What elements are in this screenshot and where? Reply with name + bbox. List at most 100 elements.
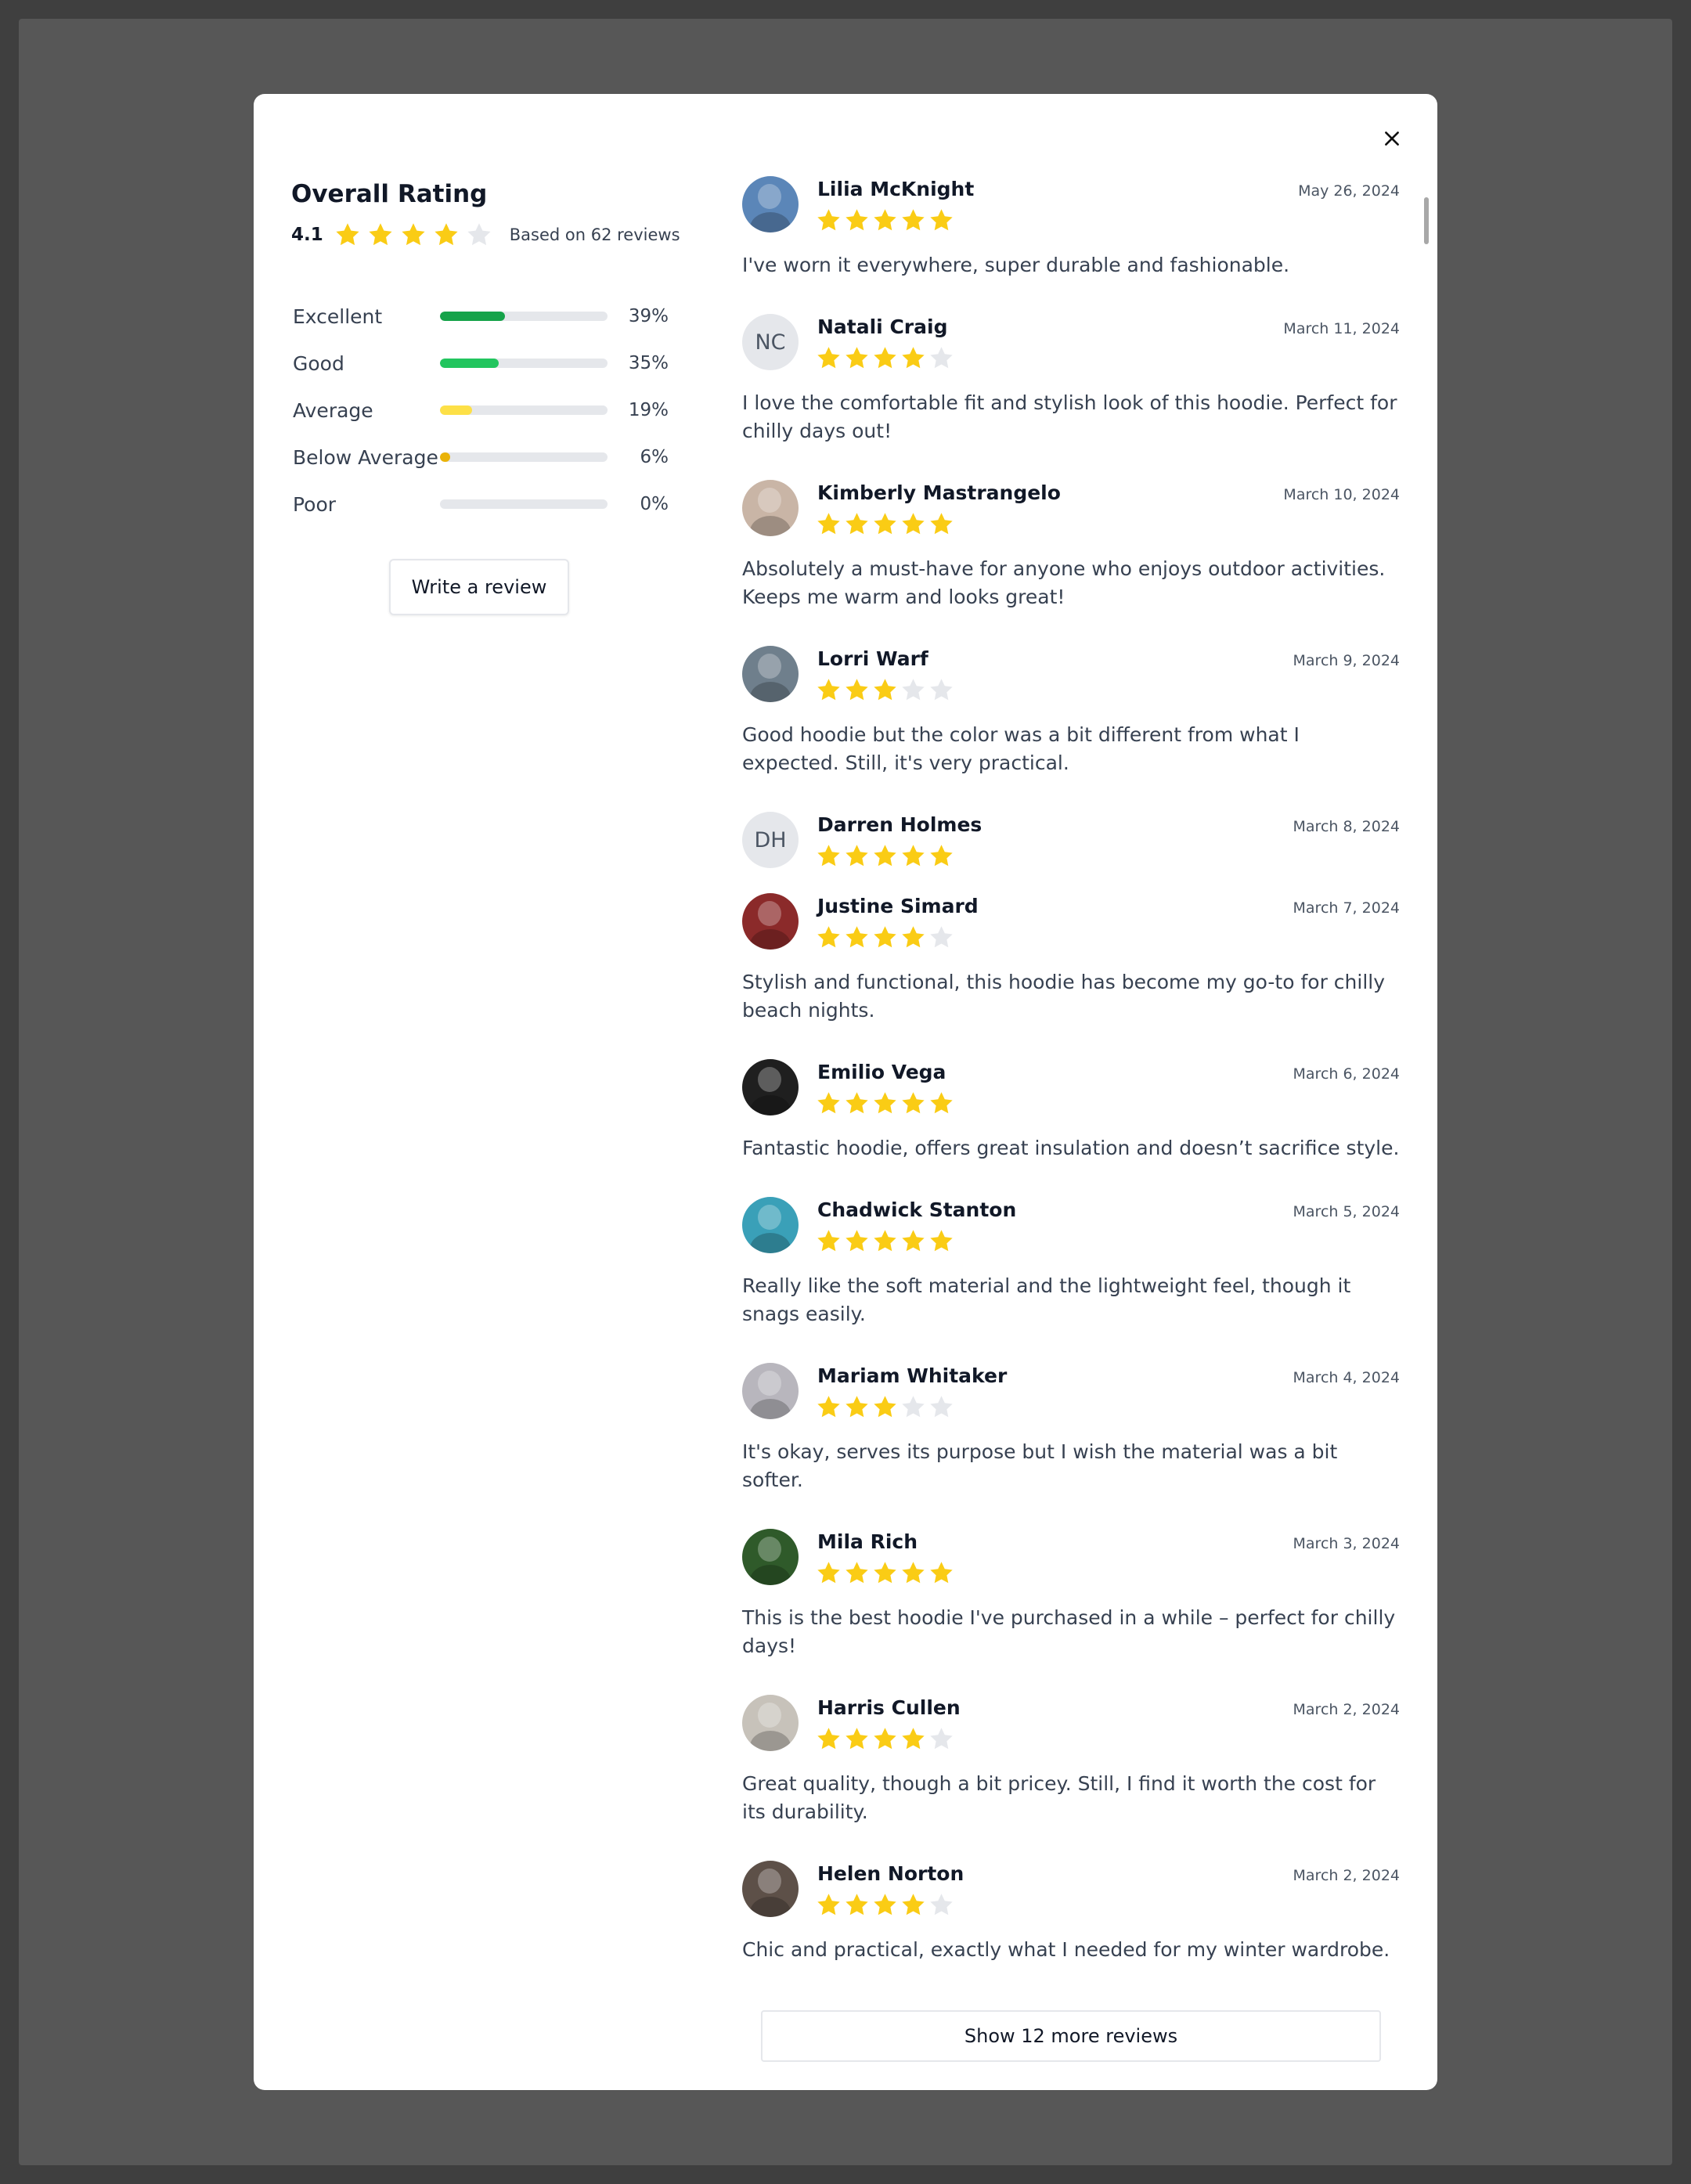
review-item: Lorri Warf March 9, 2024 Good hoodie but t… (742, 646, 1400, 777)
scrollbar-thumb[interactable] (1424, 197, 1429, 244)
star-filled-icon (817, 209, 840, 231)
review-item: Mila Rich March 3, 2024 This is the best h… (742, 1529, 1400, 1660)
star-empty-icon (930, 347, 953, 369)
star-filled-icon (817, 347, 840, 369)
star-filled-icon (817, 513, 840, 535)
star-filled-icon (874, 1562, 896, 1584)
review-date: March 4, 2024 (1293, 1369, 1400, 1386)
star-filled-icon (846, 1396, 868, 1418)
star-filled-icon (930, 209, 953, 231)
star-filled-icon (817, 1230, 840, 1252)
star-filled-icon (846, 513, 868, 535)
reviewer-name: Lorri Warf (817, 647, 928, 670)
star-filled-icon (874, 845, 896, 867)
breakdown-percent: 35% (628, 353, 669, 373)
review-text: Fantastic hoodie, offers great insulatio… (742, 1137, 1400, 1159)
review-header: Lorri Warf March 9, 2024 (742, 646, 1400, 704)
star-filled-icon (369, 223, 392, 246)
star-filled-icon (846, 845, 868, 867)
reviewer-name: Harris Cullen (817, 1696, 961, 1719)
star-filled-icon (902, 845, 925, 867)
review-header: Helen Norton March 2, 2024 (742, 1861, 1400, 1919)
star-filled-icon (817, 1562, 840, 1584)
breakdown-label: Poor (293, 492, 337, 516)
star-filled-icon (874, 1092, 896, 1114)
breakdown-bar-track (440, 312, 608, 321)
show-more-reviews-button[interactable]: Show 12 more reviews (761, 2010, 1381, 2062)
review-date: March 5, 2024 (1293, 1203, 1400, 1220)
reviewer-name: Darren Holmes (817, 813, 983, 836)
review-header: Mila Rich March 3, 2024 (742, 1529, 1400, 1587)
review-text: It's okay, serves its purpose but I wish… (742, 1440, 1338, 1491)
avatar (742, 1529, 799, 1585)
star-filled-icon (336, 223, 359, 246)
review-date: March 6, 2024 (1293, 1065, 1400, 1083)
star-empty-icon (930, 1396, 953, 1418)
star-filled-icon (846, 1894, 868, 1916)
review-text: Great quality, though a bit pricey. Stil… (742, 1772, 1376, 1823)
review-header: Harris Cullen March 2, 2024 (742, 1695, 1400, 1753)
star-filled-icon (874, 1230, 896, 1252)
overall-rating-summary: 4.1 Based on 62 reviews (291, 219, 680, 250)
star-filled-icon (817, 1894, 840, 1916)
write-review-button[interactable]: Write a review (389, 559, 569, 615)
review-item: NC Natali Craig March 11, 2024 I love the c… (742, 314, 1400, 445)
breakdown-label: Below Average (293, 445, 438, 469)
star-filled-icon (817, 1728, 840, 1750)
star-filled-icon (874, 1396, 896, 1418)
review-text: Stylish and functional, this hoodie has … (742, 971, 1386, 1022)
reviewer-name: Kimberly Mastrangelo (817, 481, 1061, 504)
review-item: Mariam Whitaker March 4, 2024 It's okay, s… (742, 1363, 1400, 1494)
star-filled-icon (846, 926, 868, 948)
avatar (742, 480, 799, 536)
breakdown-bar-fill (440, 405, 472, 415)
star-filled-icon (930, 845, 953, 867)
close-button[interactable] (1375, 121, 1409, 156)
avatar (742, 176, 799, 232)
breakdown-percent: 39% (628, 306, 669, 326)
review-stars (816, 1090, 957, 1116)
breakdown-percent: 0% (640, 494, 669, 514)
star-filled-icon (874, 1894, 896, 1916)
review-text: This is the best hoodie I've purchased i… (742, 1606, 1396, 1657)
review-item: Harris Cullen March 2, 2024 Great quality,… (742, 1695, 1400, 1826)
star-filled-icon (902, 926, 925, 948)
star-filled-icon (817, 926, 840, 948)
star-filled-icon (902, 1894, 925, 1916)
reviewer-name: Mariam Whitaker (817, 1364, 1008, 1387)
star-empty-icon (467, 223, 491, 246)
star-empty-icon (902, 679, 925, 701)
review-header: Lilia McKnight May 26, 2024 (742, 176, 1400, 234)
breakdown-bar-track (440, 452, 608, 462)
star-filled-icon (846, 1230, 868, 1252)
star-filled-icon (930, 1230, 953, 1252)
star-filled-icon (930, 1562, 953, 1584)
star-filled-icon (930, 513, 953, 535)
reviewer-name: Emilio Vega (817, 1061, 946, 1083)
review-stars (816, 1726, 957, 1752)
star-filled-icon (902, 1728, 925, 1750)
breakdown-bar-fill (440, 359, 499, 368)
review-stars (816, 1892, 957, 1918)
avatar (742, 1695, 799, 1751)
avatar-initials: DH (742, 812, 799, 868)
review-text: I've worn it everywhere, super durable a… (742, 254, 1290, 276)
review-item: Emilio Vega March 6, 2024 Fantastic hoodie… (742, 1059, 1400, 1162)
star-filled-icon (817, 1396, 840, 1418)
star-empty-icon (930, 1894, 953, 1916)
star-filled-icon (846, 1562, 868, 1584)
review-item: Justine Simard March 7, 2024 Stylish and f… (742, 893, 1400, 1025)
review-header: Emilio Vega March 6, 2024 (742, 1059, 1400, 1117)
avatar (742, 893, 799, 950)
star-filled-icon (846, 1728, 868, 1750)
overall-score: 4.1 (291, 225, 323, 245)
review-count: Based on 62 reviews (509, 225, 680, 244)
review-header: Chadwick Stanton March 5, 2024 (742, 1197, 1400, 1255)
star-empty-icon (930, 926, 953, 948)
star-filled-icon (902, 513, 925, 535)
review-header: Kimberly Mastrangelo March 10, 2024 (742, 480, 1400, 538)
close-icon (1385, 132, 1399, 146)
review-item: Lilia McKnight May 26, 2024 I've worn it e… (742, 176, 1400, 279)
review-text: Really like the soft material and the li… (742, 1274, 1351, 1325)
review-header: Justine Simard March 7, 2024 (742, 893, 1400, 951)
